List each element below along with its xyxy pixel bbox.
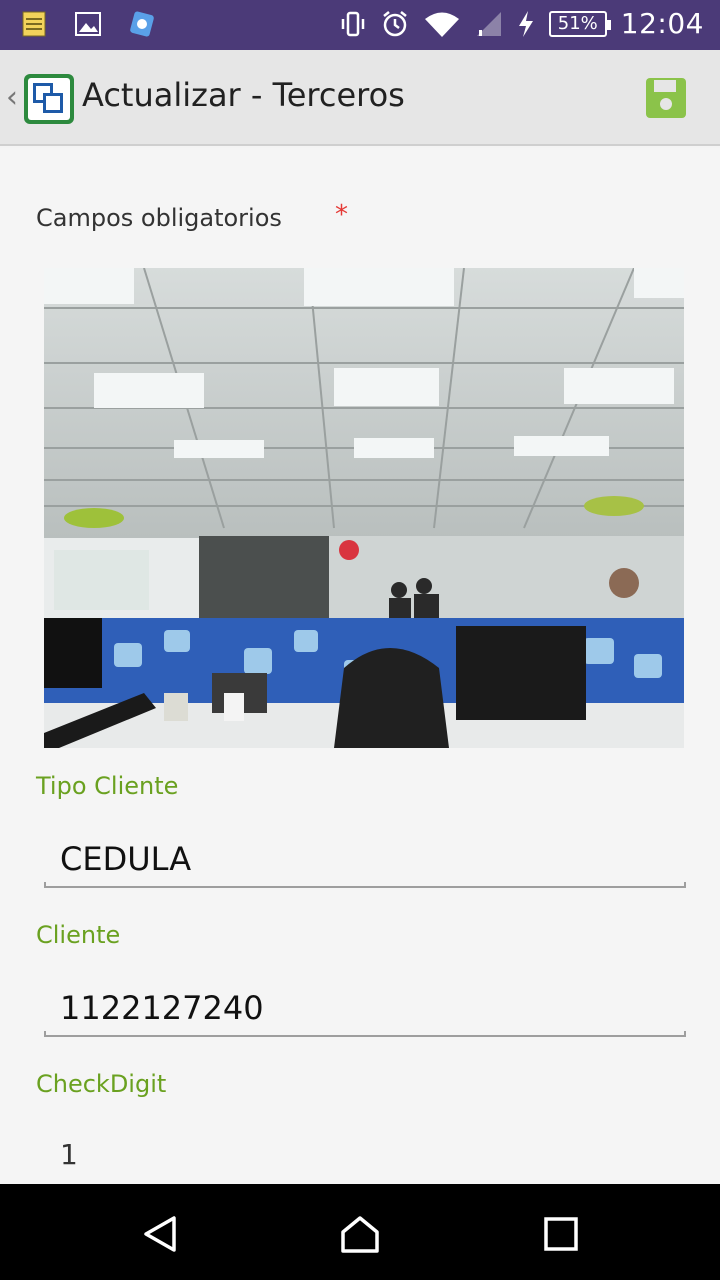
- tipo-cliente-underline: [44, 882, 686, 888]
- chevron-left-icon[interactable]: ‹: [6, 80, 18, 115]
- cliente-field[interactable]: 1122127240: [60, 989, 264, 1027]
- vibrate-icon: [341, 11, 365, 36]
- back-icon[interactable]: [140, 1214, 180, 1254]
- signal-icon: [476, 11, 501, 36]
- tipo-cliente-label: Tipo Cliente: [36, 772, 179, 800]
- home-icon[interactable]: [340, 1214, 380, 1254]
- save-button[interactable]: [646, 78, 686, 118]
- checkdigit-field[interactable]: 1: [60, 1138, 78, 1171]
- notes-icon: [22, 11, 46, 37]
- wifi-icon: [424, 12, 459, 37]
- app-icon: [130, 11, 154, 37]
- recents-icon[interactable]: [541, 1214, 581, 1254]
- checkdigit-label: CheckDigit: [36, 1070, 167, 1098]
- charging-icon: [518, 10, 533, 37]
- tipo-cliente-field[interactable]: CEDULA: [60, 840, 191, 878]
- app-logo[interactable]: [24, 74, 74, 124]
- client-photo[interactable]: [44, 268, 684, 748]
- alarm-icon: [383, 10, 407, 36]
- cliente-label: Cliente: [36, 921, 121, 949]
- image-icon: [75, 12, 101, 36]
- form-content[interactable]: Campos obligatorios * Tipo Cliente CEDUL…: [0, 148, 720, 1184]
- required-fields-label: Campos obligatorios: [36, 204, 282, 232]
- status-bar: 51% 12:04: [0, 0, 720, 50]
- app-bar: ‹ Actualizar - Terceros: [0, 50, 720, 146]
- required-marker: *: [335, 200, 348, 230]
- clock: 12:04: [620, 7, 704, 40]
- page-title: Actualizar - Terceros: [82, 76, 405, 114]
- save-icon: [654, 80, 676, 92]
- cliente-underline: [44, 1031, 686, 1037]
- navigation-bar: [0, 1184, 720, 1280]
- battery-indicator: 51%: [548, 10, 611, 37]
